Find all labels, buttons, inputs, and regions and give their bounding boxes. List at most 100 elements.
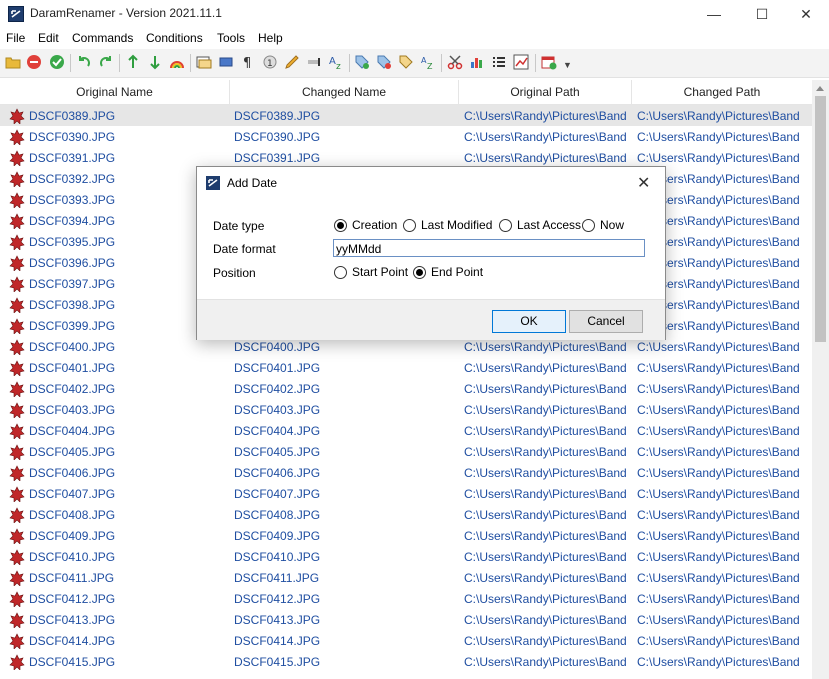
table-row[interactable]: DSCF0411.JPG DSCF0411.JPG C:\Users\Randy\P… (0, 567, 812, 588)
undo-icon[interactable] (76, 54, 92, 70)
jpg-file-icon (9, 276, 25, 293)
calendar-add-icon[interactable] (541, 54, 557, 70)
bar-chart-icon[interactable] (469, 54, 485, 70)
radio-last-access[interactable] (499, 219, 512, 232)
jpg-file-icon (9, 486, 25, 503)
column-header-changed-name[interactable]: Changed Name (230, 80, 459, 104)
changed-name-cell: DSCF0403.JPG (234, 403, 321, 417)
original-name-cell: DSCF0415.JPG (29, 655, 116, 669)
column-header-original-path[interactable]: Original Path (459, 80, 632, 104)
toolbar: ¶ 1 Az AZ ▼ (0, 49, 829, 78)
line-chart-icon[interactable] (513, 54, 529, 70)
changed-name-cell: DSCF0409.JPG (234, 529, 321, 543)
window-icon[interactable] (218, 54, 234, 70)
table-row[interactable]: DSCF0401.JPG DSCF0401.JPG C:\Users\Randy\P… (0, 357, 812, 378)
date-format-label: Date format (213, 242, 276, 256)
original-name-cell: DSCF0399.JPG (29, 319, 116, 333)
radio-last-modified[interactable] (403, 219, 416, 232)
menu-file[interactable]: File (6, 31, 25, 45)
table-row[interactable]: DSCF0409.JPG DSCF0409.JPG C:\Users\Randy\P… (0, 525, 812, 546)
list-icon[interactable] (491, 54, 507, 70)
table-row[interactable]: DSCF0407.JPG DSCF0407.JPG C:\Users\Randy\P… (0, 483, 812, 504)
radio-end-point[interactable] (413, 266, 426, 279)
table-row[interactable]: DSCF0404.JPG DSCF0404.JPG C:\Users\Randy\P… (0, 420, 812, 441)
numbering-icon[interactable]: 1 (262, 54, 278, 70)
table-row[interactable]: DSCF0391.JPG DSCF0391.JPG C:\Users\Randy\P… (0, 147, 812, 168)
table-row[interactable]: DSCF0415.JPG DSCF0415.JPG C:\Users\Randy\P… (0, 651, 812, 672)
maximize-button[interactable]: ☐ (739, 0, 785, 28)
table-row[interactable]: DSCF0402.JPG DSCF0402.JPG C:\Users\Randy\P… (0, 378, 812, 399)
paragraph-icon[interactable]: ¶ (240, 54, 256, 70)
apply-icon[interactable] (49, 54, 65, 70)
menu-commands[interactable]: Commands (72, 31, 133, 45)
table-row[interactable]: DSCF0408.JPG DSCF0408.JPG C:\Users\Randy\P… (0, 504, 812, 525)
remove-icon[interactable] (26, 54, 42, 70)
scroll-up-icon[interactable] (816, 86, 824, 91)
table-row[interactable]: DSCF0410.JPG DSCF0410.JPG C:\Users\Randy\P… (0, 546, 812, 567)
table-row[interactable]: DSCF0390.JPG DSCF0390.JPG C:\Users\Randy\P… (0, 126, 812, 147)
jpg-file-icon (9, 234, 25, 251)
minimize-button[interactable]: — (691, 0, 737, 28)
cancel-button[interactable]: Cancel (569, 310, 643, 333)
original-name-cell: DSCF0394.JPG (29, 214, 116, 228)
radio-now-label[interactable]: Now (600, 218, 624, 232)
replace-icon[interactable] (196, 54, 212, 70)
menu-conditions[interactable]: Conditions (146, 31, 203, 45)
vertical-scrollbar[interactable] (812, 80, 829, 679)
table-row[interactable]: DSCF0406.JPG DSCF0406.JPG C:\Users\Randy\P… (0, 462, 812, 483)
table-row[interactable]: DSCF0405.JPG DSCF0405.JPG C:\Users\Randy\P… (0, 441, 812, 462)
menu-edit[interactable]: Edit (38, 31, 59, 45)
jpg-file-icon (9, 654, 25, 671)
menu-help[interactable]: Help (258, 31, 283, 45)
jpg-file-icon (9, 528, 25, 545)
ok-button[interactable]: OK (492, 310, 566, 333)
radio-creation[interactable] (334, 219, 347, 232)
table-row[interactable]: DSCF0389.JPG DSCF0389.JPG C:\Users\Randy\P… (0, 105, 812, 126)
open-folder-icon[interactable] (5, 54, 21, 70)
tag-remove-icon[interactable] (376, 54, 392, 70)
menu-tools[interactable]: Tools (217, 31, 245, 45)
radio-last-access-label[interactable]: Last Access (517, 218, 581, 232)
changed-path-cell: C:\Users\Randy\Pictures\Band 2 (637, 634, 801, 648)
translate-icon[interactable]: Az (328, 54, 344, 70)
menu-bar: File Edit Commands Conditions Tools Help (0, 28, 829, 49)
window-title: DaramRenamer - Version 2021.11.1 (30, 6, 222, 20)
radio-creation-label[interactable]: Creation (352, 218, 397, 232)
tag-add-icon[interactable] (354, 54, 370, 70)
table-row[interactable]: DSCF0413.JPG DSCF0413.JPG C:\Users\Randy\P… (0, 609, 812, 630)
original-path-cell: C:\Users\Randy\Pictures\Band (464, 613, 627, 627)
radio-now[interactable] (582, 219, 595, 232)
radio-end-point-label[interactable]: End Point (431, 265, 483, 279)
radio-last-modified-label[interactable]: Last Modified (421, 218, 492, 232)
svg-text:z: z (336, 62, 341, 70)
table-row[interactable]: DSCF0403.JPG DSCF0403.JPG C:\Users\Randy\P… (0, 399, 812, 420)
original-path-cell: C:\Users\Randy\Pictures\Band (464, 340, 627, 354)
column-header-original-name[interactable]: Original Name (0, 80, 230, 104)
toolbar-overflow-icon[interactable]: ▼ (563, 60, 572, 70)
cut-icon[interactable] (447, 54, 463, 70)
move-up-icon[interactable] (125, 54, 141, 70)
redo-icon[interactable] (98, 54, 114, 70)
sort-az-icon[interactable]: AZ (420, 54, 436, 70)
date-format-input[interactable]: yyMMdd (333, 239, 645, 257)
changed-name-cell: DSCF0391.JPG (234, 151, 321, 165)
radio-start-point-label[interactable]: Start Point (352, 265, 408, 279)
scroll-thumb[interactable] (815, 96, 826, 342)
text-cursor-icon[interactable] (306, 54, 322, 70)
date-type-label: Date type (213, 219, 265, 233)
tag-edit-icon[interactable] (398, 54, 414, 70)
jpg-file-icon (9, 549, 25, 566)
column-header-changed-path[interactable]: Changed Path (632, 80, 812, 104)
jpg-file-icon (9, 423, 25, 440)
changed-path-cell: C:\Users\Randy\Pictures\Band 2 (637, 550, 801, 564)
move-down-icon[interactable] (147, 54, 163, 70)
edit-pen-icon[interactable] (284, 54, 300, 70)
table-row[interactable]: DSCF0412.JPG DSCF0412.JPG C:\Users\Randy\P… (0, 588, 812, 609)
radio-start-point[interactable] (334, 266, 347, 279)
jpg-file-icon (9, 465, 25, 482)
table-row[interactable]: DSCF0414.JPG DSCF0414.JPG C:\Users\Randy\P… (0, 630, 812, 651)
dialog-close-icon[interactable]: ✕ (637, 173, 650, 193)
close-button[interactable]: ✕ (783, 0, 829, 28)
changed-name-cell: DSCF0400.JPG (234, 340, 321, 354)
rainbow-icon[interactable] (169, 54, 185, 70)
